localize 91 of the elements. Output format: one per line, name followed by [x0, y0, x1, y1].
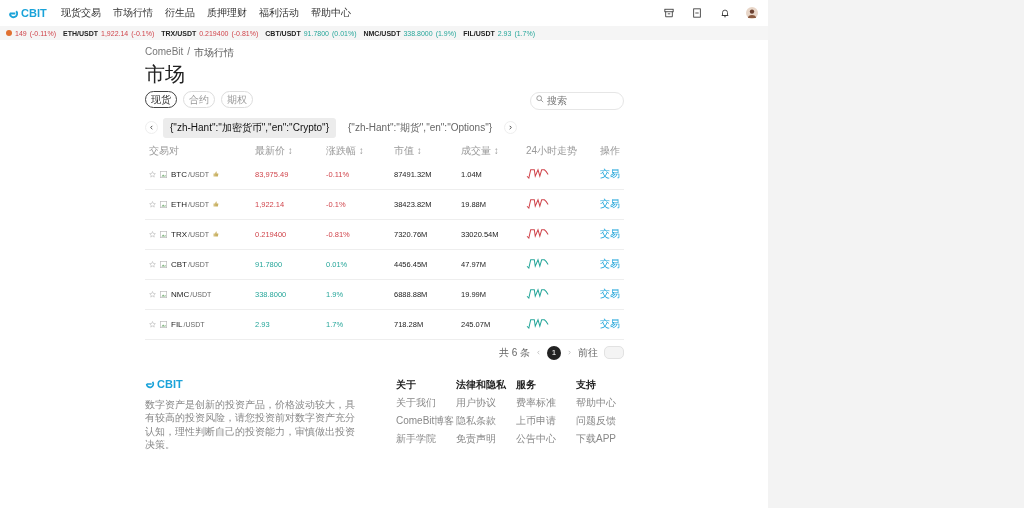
footer-heading: 关于 — [396, 377, 417, 392]
goto-label: 前往 — [578, 345, 598, 360]
column-header: 操作 — [600, 144, 620, 156]
trade-link[interactable]: 交易 — [600, 198, 620, 209]
document-icon[interactable] — [692, 8, 702, 18]
trade-link[interactable]: 交易 — [600, 228, 620, 239]
nav-link[interactable]: 现货交易 — [60, 6, 101, 20]
footer-link[interactable]: 上币申请 — [516, 413, 576, 428]
column-header: 交易对 — [149, 144, 179, 156]
star-icon[interactable] — [149, 290, 156, 298]
market-tab[interactable]: 现货 — [145, 91, 177, 109]
bell-icon[interactable] — [720, 8, 730, 18]
logo[interactable]: CBIT — [8, 7, 47, 19]
pair-symbol[interactable]: TRX — [171, 229, 187, 239]
trade-link[interactable]: 交易 — [600, 288, 620, 299]
pair-symbol[interactable]: ETH — [171, 199, 187, 209]
footer-link[interactable]: 公告中心 — [516, 431, 576, 446]
nav-link[interactable]: 帮助中心 — [310, 6, 351, 20]
column-header[interactable]: 最新价 ↕ — [255, 144, 293, 156]
pair-symbol[interactable]: FIL — [171, 319, 183, 329]
logo-text: CBIT — [157, 377, 183, 390]
broken-image-icon — [160, 290, 167, 298]
column-header: 24小时走势 — [526, 144, 578, 156]
pair-symbol[interactable]: CBT — [171, 259, 187, 269]
page-button[interactable]: 1 — [547, 345, 561, 360]
star-icon[interactable] — [149, 200, 156, 208]
archive-icon[interactable] — [664, 8, 674, 18]
breadcrumb-link[interactable]: ComeBit — [145, 46, 184, 60]
footer-logo[interactable]: CBIT — [145, 377, 355, 390]
trade-link[interactable]: 交易 — [600, 168, 620, 179]
star-icon[interactable] — [149, 320, 156, 328]
search-field[interactable]: 搜索 — [530, 91, 624, 110]
sparkline-chart — [526, 257, 550, 269]
footer-link[interactable]: 关于我们 — [396, 395, 456, 410]
chevron-right-icon — [567, 350, 572, 355]
sparkline-chart — [526, 227, 550, 239]
broken-image-icon — [160, 230, 167, 238]
search-icon — [536, 95, 544, 103]
page-input[interactable] — [604, 346, 624, 359]
footer-link[interactable]: 新手学院 — [396, 431, 456, 446]
breadcrumb-separator: / — [187, 46, 191, 59]
nav-link[interactable]: 市场行情 — [112, 6, 153, 20]
star-icon[interactable] — [149, 260, 156, 268]
chevron-right-icon — [508, 125, 514, 130]
broken-image-icon — [160, 320, 167, 328]
chevron-left-icon — [536, 350, 541, 355]
broken-image-icon — [160, 170, 167, 178]
footer-link[interactable]: 免责声明 — [456, 431, 516, 446]
nav-link[interactable]: 质押理财 — [206, 6, 247, 20]
total-count: 共 6 条 — [498, 345, 530, 360]
chevron-left-icon — [149, 125, 154, 130]
broken-image-icon — [160, 200, 167, 208]
market-tab[interactable]: 期权 — [221, 91, 253, 109]
pair-symbol[interactable]: BTC — [171, 169, 187, 179]
column-header[interactable]: 市值 ↕ — [394, 144, 422, 156]
footer-heading: 法律和隐私 — [456, 377, 507, 392]
previous-button[interactable] — [145, 121, 158, 134]
star-icon[interactable] — [149, 230, 156, 238]
footer-heading: 服务 — [516, 377, 537, 392]
footer-heading: 支持 — [576, 377, 597, 392]
footer-link[interactable]: 用户协议 — [456, 395, 516, 410]
avatar-icon[interactable] — [746, 7, 758, 19]
page-title: 市场 — [145, 64, 186, 84]
sparkline-chart — [526, 317, 550, 329]
footer-link[interactable]: ComeBit博客 — [396, 413, 456, 428]
footer-link[interactable]: 帮助中心 — [576, 395, 624, 410]
category-tab[interactable]: {"zh-Hant":"加密货币","en":"Crypto"} — [163, 117, 336, 138]
coin-icon — [6, 30, 12, 36]
next-page-button[interactable] — [567, 350, 572, 355]
sparkline-chart — [526, 197, 550, 209]
footer-link[interactable]: 下载APP — [576, 431, 624, 446]
column-header[interactable]: 成交量 ↕ — [461, 144, 499, 156]
footer-link[interactable]: 问题反馈 — [576, 413, 624, 428]
risk-disclaimer: 数字资产是创新的投资产品，价格波动较大，具有较高的投资风险，请您投资前对数字资产充分认知，理性判断自己的投资能力，审慎做出投资决策。 — [145, 397, 355, 452]
next-button[interactable] — [504, 121, 518, 134]
trade-link[interactable]: 交易 — [600, 258, 620, 269]
sparkline-chart — [526, 167, 550, 179]
nav-link[interactable]: 福利活动 — [258, 6, 299, 20]
breadcrumb-link[interactable]: 市场行情 — [194, 46, 235, 60]
market-tab[interactable]: 合约 — [183, 91, 215, 109]
logo-text: CBIT — [21, 7, 47, 19]
trade-link[interactable]: 交易 — [600, 318, 620, 329]
sparkline-chart — [526, 287, 550, 299]
footer-link[interactable]: 费率标准 — [516, 395, 576, 410]
column-header[interactable]: 涨跌幅 ↕ — [326, 144, 364, 156]
nav-link[interactable]: 衍生品 — [164, 6, 195, 20]
pair-symbol[interactable]: NMC — [171, 289, 190, 299]
previous-page-button[interactable] — [536, 350, 541, 355]
star-icon[interactable] — [149, 170, 156, 178]
footer-link[interactable]: 隐私条款 — [456, 413, 516, 428]
broken-image-icon — [160, 260, 167, 268]
